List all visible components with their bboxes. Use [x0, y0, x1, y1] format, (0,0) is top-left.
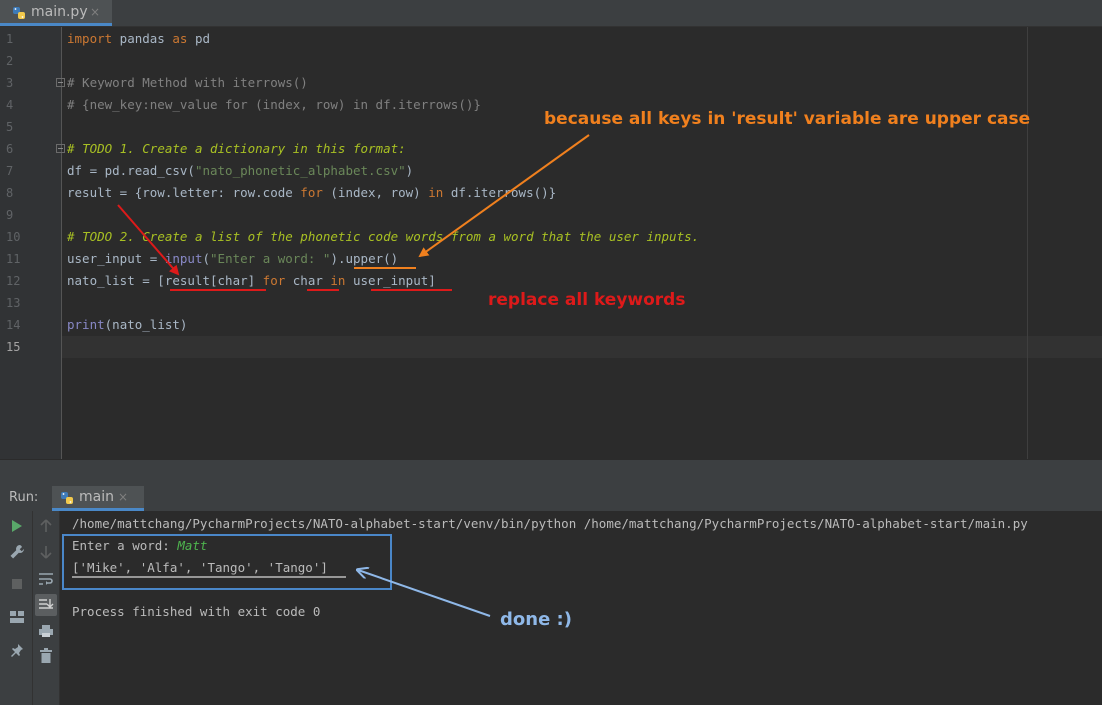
- code-line-12: nato_list = [result[char] for char in us…: [67, 273, 436, 288]
- line-number-gutter: 1 2 3 4 5 6 7 8 9 10 11 12 13 14 15: [0, 27, 65, 459]
- line-number: 7: [6, 164, 14, 178]
- rerun-icon[interactable]: [11, 519, 23, 533]
- run-panel-header: Run: main ×: [0, 486, 1102, 512]
- trash-icon[interactable]: [40, 648, 52, 663]
- tab-main-py[interactable]: main.py ×: [0, 0, 112, 26]
- line-number: 10: [6, 230, 21, 244]
- code-line-14: print(nato_list): [67, 317, 188, 332]
- output-highlight-box: [62, 534, 392, 590]
- line-number: 14: [6, 318, 21, 332]
- run-toolbar: [0, 511, 33, 705]
- soft-wrap-icon[interactable]: [38, 572, 54, 586]
- layout-icon[interactable]: [10, 611, 24, 623]
- code-line-10: # TODO 2. Create a list of the phonetic …: [67, 229, 700, 244]
- tab-label: main.py: [31, 4, 88, 20]
- scroll-to-end-button[interactable]: [35, 594, 57, 616]
- annotation-done: done :): [500, 609, 572, 630]
- code-line-11: user_input = input("Enter a word: ").upp…: [67, 251, 399, 266]
- line-number: 8: [6, 186, 14, 200]
- line-number: 1: [6, 32, 14, 46]
- line-number: 3: [6, 76, 14, 90]
- scroll-to-end-icon: [39, 599, 54, 609]
- annotation-upper-case: because all keys in 'result' variable ar…: [544, 109, 1031, 129]
- annotation-replace-keywords: replace all keywords: [488, 290, 686, 310]
- right-margin-guide: [1027, 27, 1028, 459]
- code-line-4: # {new_key:new_value for (index, row) in…: [67, 97, 481, 112]
- console-command-line: /home/mattchang/PycharmProjects/NATO-alp…: [72, 516, 1028, 531]
- line-number: 5: [6, 120, 14, 134]
- current-line-highlight: [62, 336, 1102, 358]
- line-number: 4: [6, 98, 14, 112]
- run-tab-label: main: [79, 489, 114, 505]
- editor-tab-bar: main.py ×: [0, 0, 1102, 27]
- tab-close-icon[interactable]: ×: [90, 5, 100, 19]
- python-run-config-icon: [61, 492, 73, 504]
- pin-icon[interactable]: [10, 643, 24, 659]
- line-number: 13: [6, 296, 21, 310]
- arrow-up-icon[interactable]: [40, 519, 52, 533]
- arrow-down-icon[interactable]: [40, 545, 52, 559]
- run-tab-main[interactable]: main ×: [52, 486, 144, 511]
- line-number: 12: [6, 274, 21, 288]
- code-line-7: df = pd.read_csv("nato_phonetic_alphabet…: [67, 163, 414, 178]
- print-icon[interactable]: [38, 624, 54, 638]
- run-tab-close-icon[interactable]: ×: [118, 490, 128, 504]
- line-number: 9: [6, 208, 14, 222]
- line-number: 6: [6, 142, 14, 156]
- line-number: 2: [6, 54, 14, 68]
- python-file-icon: [13, 7, 25, 19]
- wrench-icon[interactable]: [9, 544, 25, 560]
- code-line-1: import pandas as pd: [67, 31, 211, 46]
- code-line-8: result = {row.letter: row.code for (inde…: [67, 185, 557, 200]
- panel-splitter[interactable]: [0, 459, 1102, 487]
- fold-marker-icon[interactable]: [56, 78, 65, 87]
- code-line-3: # Keyword Method with iterrows(): [67, 75, 308, 90]
- line-number-current: 15: [6, 340, 21, 354]
- console-exit-line: Process finished with exit code 0: [72, 604, 321, 619]
- line-number: 11: [6, 252, 21, 266]
- run-label: Run:: [9, 490, 39, 505]
- console-toolbar: [33, 511, 60, 705]
- code-line-6: # TODO 1. Create a dictionary in this fo…: [67, 141, 406, 156]
- stop-icon[interactable]: [11, 578, 23, 590]
- fold-marker-icon[interactable]: [56, 144, 65, 153]
